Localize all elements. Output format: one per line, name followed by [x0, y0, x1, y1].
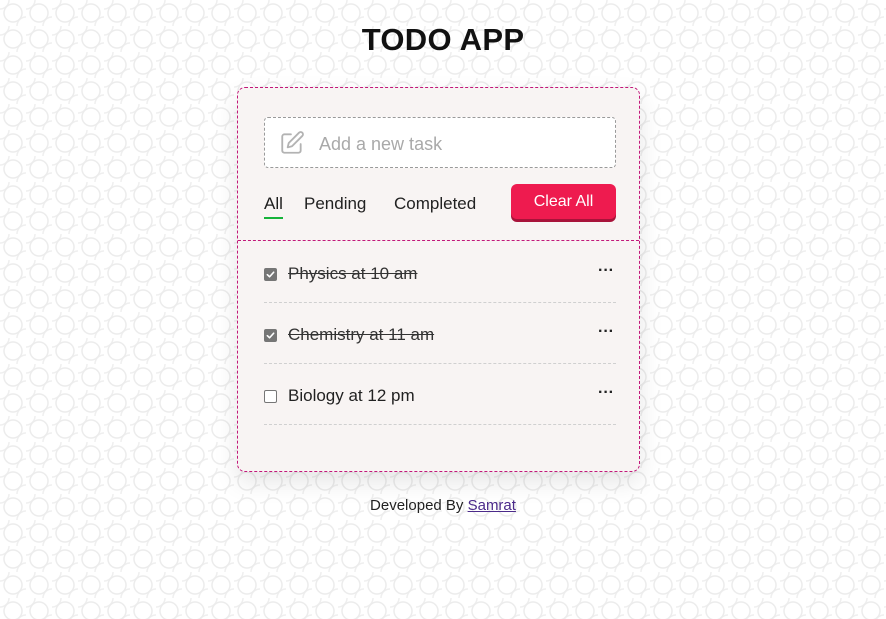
footer-text: Developed By [370, 497, 468, 514]
task-checkbox[interactable] [264, 390, 277, 403]
filter-all-tab[interactable]: All [264, 194, 283, 219]
footer: Developed By Samrat [0, 497, 886, 514]
more-horizontal-icon[interactable]: ··· [598, 323, 614, 341]
card-divider [238, 240, 639, 241]
task-label: Physics at 10 am [288, 264, 418, 283]
task-input-wrapper[interactable] [264, 117, 616, 168]
task-item: Biology at 12 pm ··· [264, 364, 616, 425]
clear-all-button[interactable]: Clear All [511, 184, 616, 219]
author-link[interactable]: Samrat [468, 497, 516, 514]
more-horizontal-icon[interactable]: ··· [598, 262, 614, 280]
task-input[interactable] [317, 126, 611, 162]
task-item: Chemistry at 11 am ··· [264, 303, 616, 364]
filter-pending-tab[interactable]: Pending [304, 194, 366, 214]
app-title: TODO APP [361, 22, 525, 57]
checkmark-icon [266, 271, 275, 278]
task-item: Physics at 10 am ··· [264, 242, 616, 303]
edit-icon [279, 130, 305, 156]
checkmark-icon [266, 332, 275, 339]
filter-completed-tab[interactable]: Completed [394, 194, 476, 214]
task-checkbox[interactable] [264, 329, 277, 342]
todo-card: All Pending Completed Clear All Physics … [237, 87, 640, 472]
task-checkbox[interactable] [264, 268, 277, 281]
task-label: Biology at 12 pm [288, 386, 415, 405]
more-horizontal-icon[interactable]: ··· [598, 384, 614, 402]
task-label: Chemistry at 11 am [288, 325, 435, 344]
